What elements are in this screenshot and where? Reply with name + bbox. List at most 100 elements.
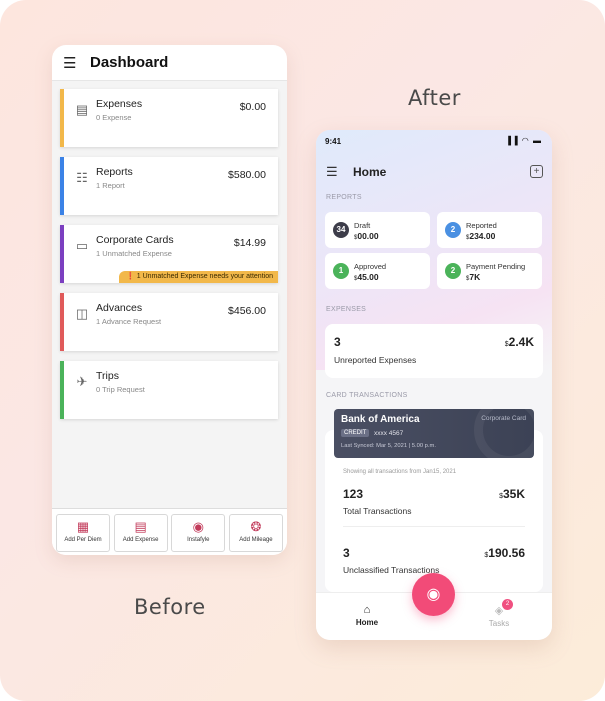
report-value: $00.00 bbox=[354, 231, 379, 241]
card-subtitle: 0 Expense bbox=[96, 113, 132, 122]
expense-label: Unreported Expenses bbox=[334, 355, 417, 365]
add-icon[interactable]: + bbox=[530, 165, 543, 178]
add-per-diem-button[interactable]: ▦ Add Per Diem bbox=[56, 514, 110, 552]
section-label-expenses: EXPENSES bbox=[326, 306, 367, 313]
credit-card-icon: ▭ bbox=[75, 238, 89, 253]
card-corporate-cards[interactable]: ▭ Corporate Cards 1 Unmatched Expense $1… bbox=[60, 225, 278, 283]
count-badge: 34 bbox=[333, 222, 349, 238]
receipt-add-icon: ▤ bbox=[134, 519, 147, 534]
card-subtitle: 1 Unmatched Expense bbox=[96, 249, 172, 258]
total-transactions-label: Total Transactions bbox=[343, 506, 412, 516]
clipboard-icon: ☷ bbox=[76, 170, 88, 185]
nav-label: Home bbox=[355, 618, 379, 627]
report-name: Reported bbox=[466, 221, 497, 230]
before-caption: Before bbox=[134, 595, 206, 619]
section-label-reports: REPORTS bbox=[326, 194, 362, 201]
button-label: Instafyle bbox=[187, 537, 210, 543]
card-expenses[interactable]: ▤ Expenses 0 Expense $0.00 bbox=[60, 89, 278, 147]
status-icons: ▐▐ ◠ ▬ bbox=[505, 136, 542, 145]
total-transactions-amount: $35K bbox=[499, 487, 525, 501]
showcase-canvas: After Before ☰ Dashboard ▤ Expenses 0 Ex… bbox=[0, 0, 605, 701]
bank-card[interactable]: Bank of America Corporate Card CREDIT xx… bbox=[334, 409, 534, 458]
total-transactions-count: 123 bbox=[343, 487, 364, 501]
card-advances[interactable]: ◫ Advances 1 Advance Request $456.00 bbox=[60, 293, 278, 351]
report-amount: 00.00 bbox=[357, 231, 379, 241]
home-icon: ⌂ bbox=[363, 604, 371, 616]
after-caption: After bbox=[408, 86, 461, 110]
card-title: Corporate Cards bbox=[96, 234, 174, 246]
amount-value: 2.4K bbox=[508, 335, 534, 349]
nav-tasks[interactable]: ◈ 2 Tasks bbox=[484, 599, 514, 628]
card-type: Corporate Card bbox=[481, 415, 526, 422]
wallet-icon: ◫ bbox=[75, 306, 89, 321]
report-draft[interactable]: 34 Draft $00.00 bbox=[325, 212, 430, 248]
camera-fab-button[interactable]: ◉ bbox=[412, 573, 455, 616]
card-title: Advances bbox=[96, 302, 143, 314]
report-amount: 7K bbox=[469, 272, 481, 282]
camera-icon: ◉ bbox=[426, 586, 441, 603]
expense-count: 3 bbox=[334, 335, 341, 349]
unreported-expenses-card[interactable]: 3 Unreported Expenses $2.4K bbox=[325, 324, 543, 378]
amount-value: 35K bbox=[502, 487, 525, 501]
nav-home[interactable]: ⌂ Home bbox=[354, 604, 380, 627]
report-value: $45.00 bbox=[354, 272, 379, 282]
hamburger-menu-icon[interactable]: ☰ bbox=[63, 54, 83, 72]
receipt-icon: ▤ bbox=[75, 102, 89, 117]
quick-actions-bar: ▦ Add Per Diem ▤ Add Expense ◉ Instafyle… bbox=[52, 508, 287, 555]
report-amount: 234.00 bbox=[469, 231, 496, 241]
count-badge: 2 bbox=[445, 263, 461, 279]
camera-icon: ◉ bbox=[192, 519, 204, 534]
amount-value: 190.56 bbox=[488, 546, 525, 560]
page-title: Dashboard bbox=[90, 54, 169, 71]
page-title: Home bbox=[353, 165, 387, 179]
plane-icon: ✈ bbox=[76, 374, 88, 389]
instafyle-button[interactable]: ◉ Instafyle bbox=[171, 514, 226, 552]
card-trips[interactable]: ✈ Trips 0 Trip Request bbox=[60, 361, 278, 419]
section-label-card-transactions: CARD TRANSACTIONS bbox=[326, 392, 408, 399]
after-phone: 9:41 ▐▐ ◠ ▬ ☰ Home + REPORTS 34 Draft $0… bbox=[316, 130, 552, 640]
card-subtitle: 1 Advance Request bbox=[96, 317, 162, 326]
before-phone: ☰ Dashboard ▤ Expenses 0 Expense $0.00 ☷… bbox=[52, 45, 287, 555]
divider bbox=[343, 526, 525, 527]
button-label: Add Expense bbox=[122, 537, 159, 543]
card-amount: $0.00 bbox=[239, 101, 266, 113]
report-name: Draft bbox=[354, 221, 371, 230]
card-amount: $456.00 bbox=[228, 305, 266, 317]
status-time: 9:41 bbox=[325, 137, 342, 146]
before-header: ☰ Dashboard bbox=[52, 45, 287, 81]
card-number: xxxx 4567 bbox=[374, 430, 404, 437]
card-amount: $580.00 bbox=[228, 169, 266, 181]
dashboard-list: ▤ Expenses 0 Expense $0.00 ☷ Reports 1 R… bbox=[52, 81, 287, 508]
card-reports[interactable]: ☷ Reports 1 Report $580.00 bbox=[60, 157, 278, 215]
nav-label: Tasks bbox=[488, 619, 510, 628]
report-value: $7K bbox=[466, 272, 480, 282]
unclassified-count: 3 bbox=[343, 546, 350, 560]
add-expense-button[interactable]: ▤ Add Expense bbox=[113, 514, 168, 552]
card-amount: $14.99 bbox=[233, 237, 266, 249]
report-value: $234.00 bbox=[466, 231, 495, 241]
transactions-range-note: Showing all transactions from Jan15, 202… bbox=[343, 469, 457, 475]
report-payment-pending[interactable]: 2 Payment Pending $7K bbox=[437, 253, 542, 289]
report-approved[interactable]: 1 Approved $45.00 bbox=[325, 253, 430, 289]
bank-name: Bank of America bbox=[341, 414, 420, 425]
report-reported[interactable]: 2 Reported $234.00 bbox=[437, 212, 542, 248]
card-subtitle: 1 Report bbox=[96, 181, 125, 190]
last-synced: Last Synced: Mar 5, 2021 | 5.00 p.m. bbox=[341, 443, 436, 449]
card-title: Reports bbox=[96, 166, 133, 178]
hamburger-menu-icon[interactable]: ☰ bbox=[326, 164, 338, 180]
count-badge: 2 bbox=[445, 222, 461, 238]
unmatched-warning-badge[interactable]: ❗ 1 Unmatched Expense needs your attenti… bbox=[119, 271, 278, 283]
tasks-badge: 2 bbox=[502, 599, 513, 610]
card-title: Expenses bbox=[96, 98, 143, 110]
report-name: Approved bbox=[354, 262, 387, 271]
mileage-icon: ❂ bbox=[250, 519, 262, 534]
button-label: Add Mileage bbox=[239, 537, 273, 543]
report-name: Payment Pending bbox=[466, 262, 526, 271]
add-mileage-button[interactable]: ❂ Add Mileage bbox=[228, 514, 283, 552]
expense-amount: $2.4K bbox=[505, 335, 534, 349]
report-amount: 45.00 bbox=[357, 272, 379, 282]
button-label: Add Per Diem bbox=[64, 537, 102, 543]
card-title: Trips bbox=[96, 370, 119, 382]
card-subtitle: 0 Trip Request bbox=[96, 385, 145, 394]
count-badge: 1 bbox=[333, 263, 349, 279]
